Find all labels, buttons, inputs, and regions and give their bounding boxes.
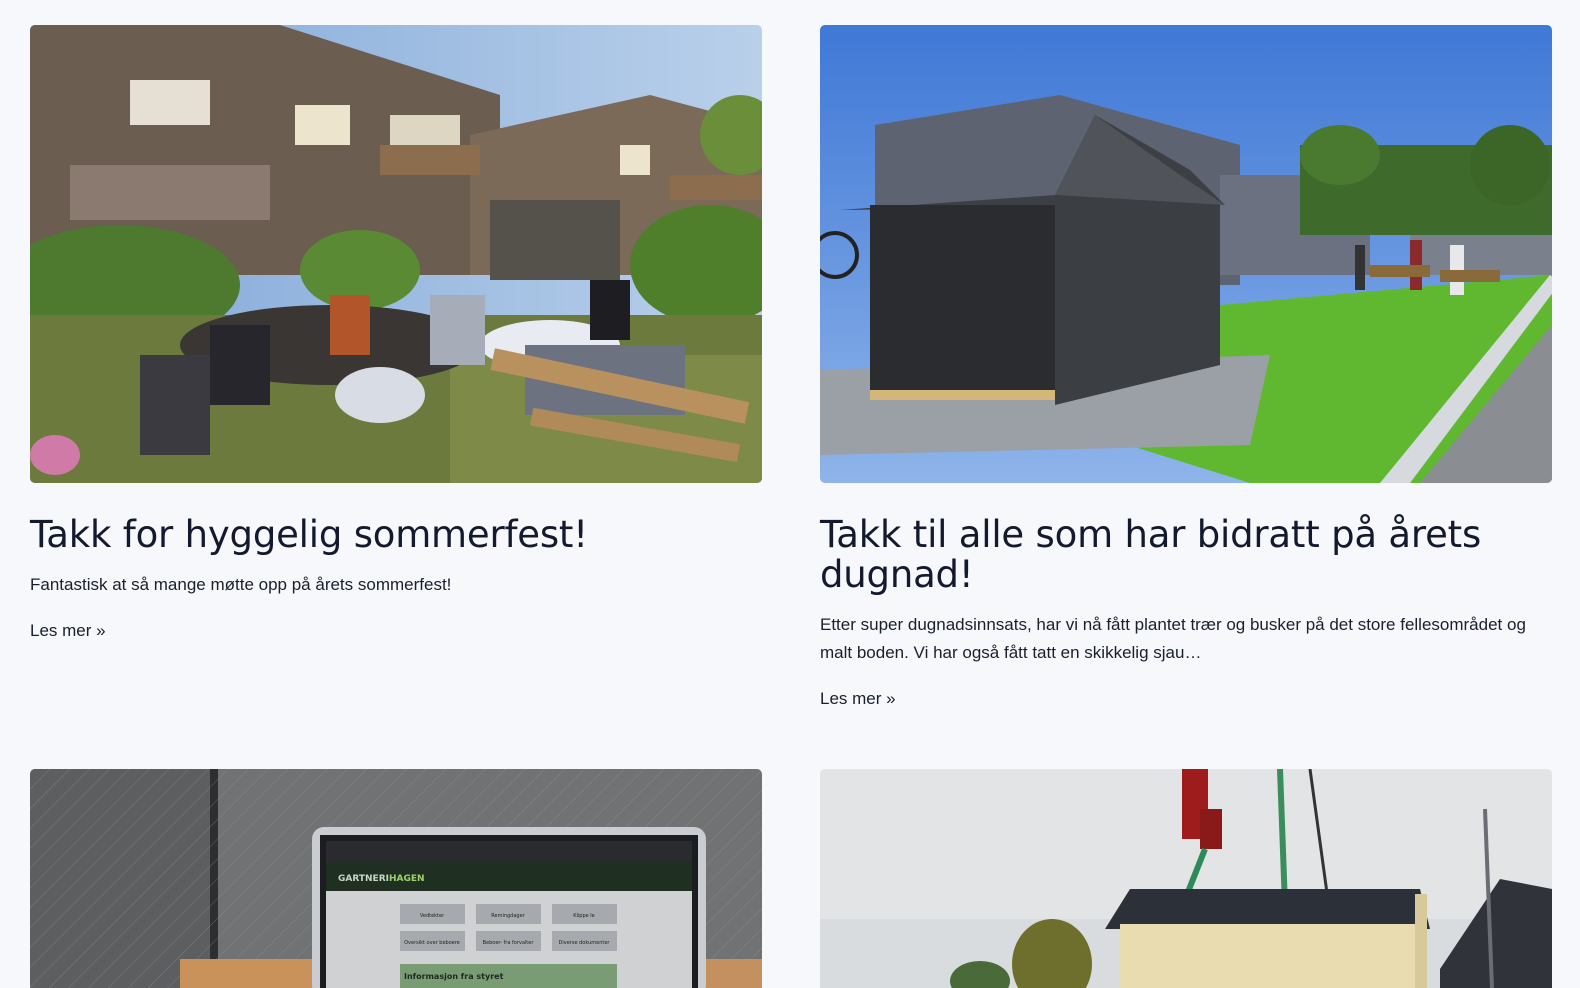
svg-text:Diverse dokumenter: Diverse dokumenter: [559, 940, 611, 946]
laptop-banner-text: Informasjon fra styret: [404, 972, 504, 981]
svg-text:Vedtekter: Vedtekter: [420, 913, 445, 919]
post-excerpt: Fantastisk at så mange møtte opp på året…: [30, 575, 452, 594]
svg-text:Beboer- fra forvalter: Beboer- fra forvalter: [483, 940, 535, 946]
post-card-bod: [820, 769, 1552, 988]
post-card-sommerfest: Takk for hyggelig sommerfest! Fantastisk…: [30, 25, 762, 643]
post-image-dugnad[interactable]: [820, 25, 1552, 483]
post-excerpt: Etter super dugnadsinnsats, har vi nå få…: [820, 615, 1526, 662]
post-image-bod[interactable]: [820, 769, 1552, 988]
read-more-link[interactable]: Les mer »: [30, 619, 106, 643]
post-title[interactable]: Takk for hyggelig sommerfest!: [30, 515, 762, 555]
post-card-dugnad: Takk til alle som har bidratt på årets d…: [820, 25, 1552, 711]
post-card-nettside: GARTNERIHAGEN Vedtekter Remingdager Klip…: [30, 769, 762, 988]
post-title[interactable]: Takk til alle som har bidratt på årets d…: [820, 515, 1552, 595]
laptop-logo-text: GARTNERIHAGEN: [338, 874, 425, 884]
post-image-nettside[interactable]: GARTNERIHAGEN Vedtekter Remingdager Klip…: [30, 769, 762, 988]
read-more-link[interactable]: Les mer »: [820, 687, 896, 711]
svg-text:Oversikt over beboere: Oversikt over beboere: [404, 940, 460, 946]
svg-text:Klippe le: Klippe le: [573, 913, 595, 919]
svg-text:Remingdager: Remingdager: [491, 913, 525, 919]
post-image-sommerfest[interactable]: [30, 25, 762, 483]
